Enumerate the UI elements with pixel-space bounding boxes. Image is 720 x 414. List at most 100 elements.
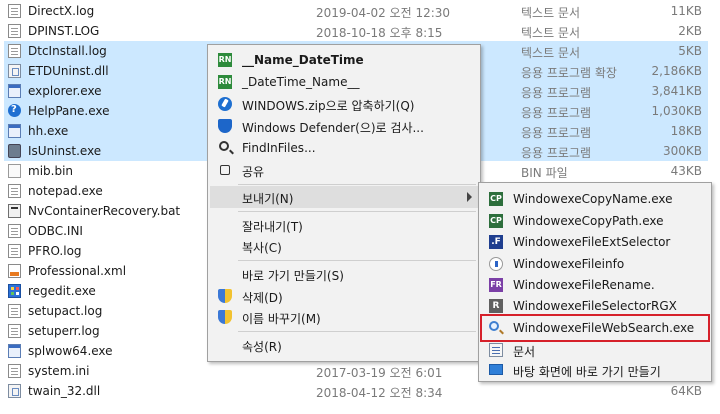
- text-file-icon: [8, 24, 21, 38]
- menu-separator: [238, 211, 476, 212]
- exe-file-icon: [8, 124, 21, 138]
- menu-item-label: 바로 가기 만들기(S): [242, 269, 344, 283]
- menu-item-label: WindowexeCopyName.exe: [513, 192, 673, 206]
- file-row[interactable]: DirectX.log 2019-04-02 오전 12:30 텍스트 문서 11KB: [0, 1, 720, 21]
- rn-icon: RN: [218, 53, 232, 67]
- file-name: setupact.log: [28, 304, 103, 318]
- menu-item-delete[interactable]: 삭제(D): [210, 285, 478, 307]
- sendto-item-fileinfo[interactable]: WindowexeFileinfo: [481, 253, 709, 275]
- file-name: system.ini: [28, 364, 90, 378]
- menu-item-rename[interactable]: 이름 바꾸기(M): [210, 306, 478, 328]
- menu-item-share[interactable]: 공유: [210, 159, 478, 181]
- r-icon: R: [489, 299, 503, 313]
- menu-item-properties[interactable]: 속성(R): [210, 334, 478, 356]
- menu-item-label: 보내기(N): [242, 192, 294, 206]
- f-icon: .F: [489, 235, 503, 249]
- file-date: 2018-10-18 오후 8:15: [316, 26, 443, 40]
- text-file-icon: [8, 304, 21, 318]
- menu-separator: [238, 331, 476, 332]
- menu-item-create-shortcut[interactable]: 바로 가기 만들기(S): [210, 263, 478, 285]
- file-row[interactable]: DPINST.LOG 2018-10-18 오후 8:15 텍스트 문서 2KB: [0, 21, 720, 41]
- cp-icon: CP: [489, 214, 503, 228]
- menu-item-label: 잘라내기(T): [242, 220, 303, 234]
- sendto-item-documents[interactable]: 문서: [481, 339, 709, 361]
- menu-item-findinfiles[interactable]: FindInFiles...: [210, 137, 478, 159]
- menu-item-name-datetime[interactable]: RN __Name_DateTime: [210, 49, 478, 71]
- menu-item-label: 속성(R): [242, 340, 282, 354]
- file-name: DtcInstall.log: [28, 44, 107, 58]
- file-name: IsUninst.exe: [28, 144, 102, 158]
- file-type: 응용 프로그램: [521, 146, 592, 160]
- menu-item-copy[interactable]: 복사(C): [210, 235, 478, 257]
- file-size: 11KB: [670, 4, 702, 18]
- defender-icon: [218, 119, 232, 133]
- file-date: 2018-04-12 오전 8:34: [316, 386, 443, 400]
- menu-item-label: 바탕 화면에 바로 가기 만들기: [513, 365, 661, 379]
- file-name: HelpPane.exe: [28, 104, 110, 118]
- sendto-item-copyname[interactable]: CP WindowexeCopyName.exe: [481, 188, 709, 210]
- find-icon: [219, 141, 229, 151]
- documents-icon: [489, 343, 503, 357]
- dll-file-icon: [8, 384, 21, 398]
- menu-item-label: WindowexeFileExtSelector: [513, 235, 671, 249]
- sendto-item-filerename[interactable]: FR WindowexeFileRename.: [481, 274, 709, 296]
- menu-separator: [238, 260, 476, 261]
- menu-item-label: 삭제(D): [242, 291, 283, 305]
- rn-icon: RN: [218, 75, 232, 89]
- sendto-item-filewebsearch[interactable]: WindowexeFileWebSearch.exe: [480, 314, 710, 342]
- file-type: 응용 프로그램: [521, 126, 592, 140]
- menu-item-label: WindowexeFileSelectorRGX: [513, 299, 677, 313]
- menu-item-label: WINDOWS.zip으로 압축하기(Q): [242, 99, 415, 113]
- file-row[interactable]: twain_32.dll 2018-04-12 오전 8:34 64KB: [0, 381, 720, 401]
- file-name: explorer.exe: [28, 84, 102, 98]
- file-date: 2017-03-19 오전 6:01: [316, 366, 443, 380]
- menu-item-zip[interactable]: WINDOWS.zip으로 압축하기(Q): [210, 93, 478, 115]
- file-name: DPINST.LOG: [28, 24, 100, 38]
- menu-item-label: WindowexeFileinfo: [513, 257, 625, 271]
- menu-item-cut[interactable]: 잘라내기(T): [210, 214, 478, 236]
- menu-item-datetime-name[interactable]: RN _DateTime_Name__: [210, 71, 478, 93]
- printer-exe-icon: [8, 344, 21, 358]
- fr-icon: FR: [489, 278, 503, 292]
- shield-icon: [218, 289, 232, 303]
- sendto-item-desktop-shortcut[interactable]: 바탕 화면에 바로 가기 만들기: [481, 359, 709, 381]
- menu-item-label: WindowexeFileWebSearch.exe: [513, 321, 695, 335]
- menu-item-label: _DateTime_Name__: [242, 75, 360, 89]
- cp-icon: CP: [489, 192, 503, 206]
- file-name: PFRO.log: [28, 244, 82, 258]
- batch-file-icon: [8, 204, 21, 218]
- info-icon: [489, 257, 503, 271]
- menu-item-label: WindowexeCopyPath.exe: [513, 214, 664, 228]
- file-size: 3,841KB: [651, 84, 702, 98]
- file-name: DirectX.log: [28, 4, 95, 18]
- sendto-item-fileselectorrgx[interactable]: R WindowexeFileSelectorRGX: [481, 295, 709, 317]
- file-type: 응용 프로그램: [521, 106, 592, 120]
- file-name: Professional.xml: [28, 264, 127, 278]
- file-name: ODBC.INI: [28, 224, 83, 238]
- menu-item-defender-scan[interactable]: Windows Defender(으)로 검사...: [210, 115, 478, 137]
- file-type: BIN 파일: [521, 166, 568, 180]
- menu-item-label: Windows Defender(으)로 검사...: [242, 121, 424, 135]
- notepad-icon: [8, 184, 21, 198]
- file-name: NvContainerRecovery.bat: [28, 204, 181, 218]
- file-name: splwow64.exe: [28, 344, 113, 358]
- text-file-icon: [8, 4, 21, 18]
- sendto-item-fileextselector[interactable]: .F WindowexeFileExtSelector: [481, 231, 709, 253]
- menu-item-send-to[interactable]: 보내기(N): [210, 186, 478, 208]
- text-file-icon: [8, 44, 21, 58]
- menu-item-label: 문서: [513, 345, 536, 359]
- file-date: 2019-04-02 오전 12:30: [316, 6, 451, 20]
- config-file-icon: [8, 224, 21, 238]
- menu-separator: [238, 184, 476, 185]
- menu-item-label: WindowexeFileRename.: [513, 278, 655, 292]
- file-type: 응용 프로그램 확장: [521, 66, 617, 80]
- file-size: 2KB: [678, 24, 702, 38]
- file-type: 텍스트 문서: [521, 6, 581, 20]
- submenu-arrow-icon: [467, 192, 472, 202]
- file-name: ETDUninst.dll: [28, 64, 109, 78]
- menu-item-label: FindInFiles...: [242, 141, 316, 155]
- file-size: 2,186KB: [651, 64, 702, 78]
- file-size: 300KB: [662, 144, 702, 158]
- regedit-icon: [8, 284, 21, 298]
- sendto-item-copypath[interactable]: CP WindowexeCopyPath.exe: [481, 210, 709, 232]
